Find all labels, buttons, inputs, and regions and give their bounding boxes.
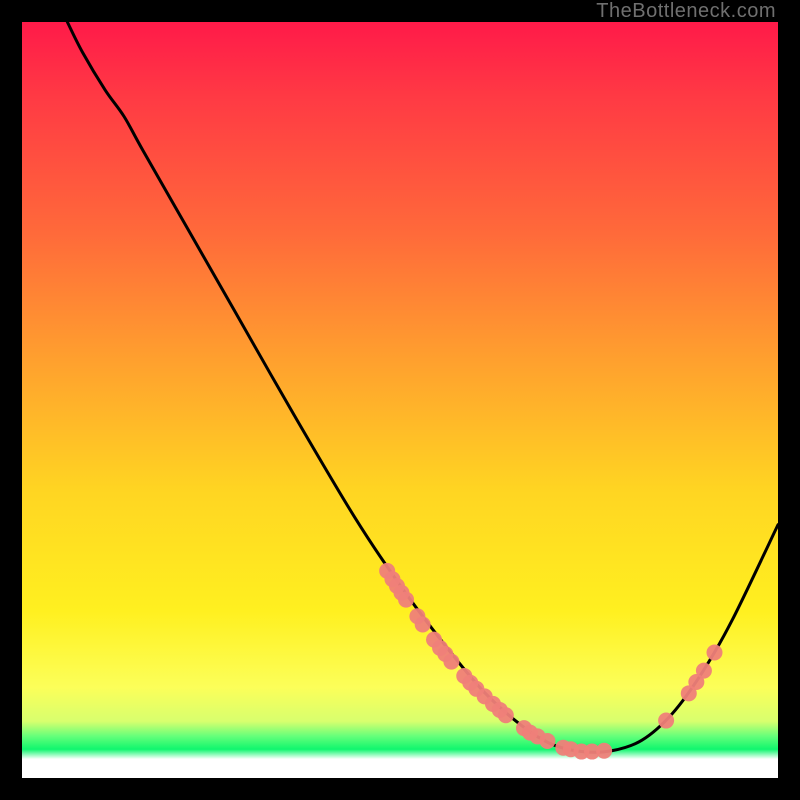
chart-svg [22, 22, 778, 778]
marker-dot [398, 592, 414, 608]
marker-dots-group [379, 563, 722, 760]
marker-dot [658, 713, 674, 729]
marker-dot [696, 663, 712, 679]
marker-dot [707, 645, 723, 661]
bottleneck-curve [67, 22, 778, 752]
marker-dot [539, 733, 555, 749]
chart-plot-area [22, 22, 778, 778]
marker-dot [498, 707, 514, 723]
marker-dot [596, 743, 612, 759]
marker-dot [415, 617, 431, 633]
watermark-text: TheBottleneck.com [596, 0, 776, 23]
marker-dot [443, 654, 459, 670]
